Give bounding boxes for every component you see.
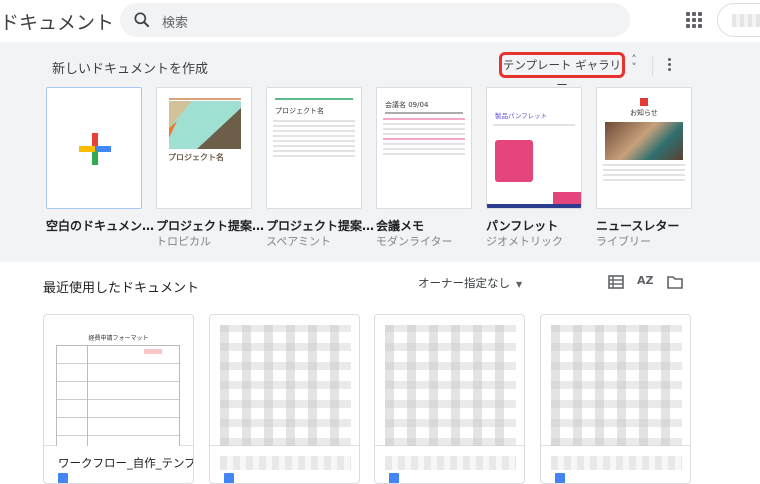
recent-doc-card[interactable] — [209, 314, 360, 484]
divider — [652, 56, 653, 76]
thumb-title: お知らせ — [630, 109, 658, 117]
recent-doc-card[interactable] — [540, 314, 691, 484]
template-meeting-notes[interactable]: 会議名 09/04 — [376, 87, 472, 209]
doc-thumbnail: 経費申請フォーマット — [44, 315, 193, 446]
owner-filter-label: オーナー指定なし — [418, 276, 510, 290]
thumb-title: 経費申請フォーマット — [88, 335, 149, 342]
dropdown-arrow-icon: ▼ — [516, 280, 523, 289]
owner-filter-dropdown[interactable]: オーナー指定なし ▼ — [418, 275, 522, 291]
recent-docs-title: 最近使用したドキュメント — [43, 281, 200, 296]
template-newsletter[interactable]: お知らせ — [596, 87, 692, 209]
search-bar[interactable]: 検索 — [120, 3, 630, 37]
template-label: 空白のドキュメン… — [46, 219, 154, 233]
folder-icon[interactable] — [666, 274, 684, 290]
doc-thumbnail — [375, 315, 524, 446]
tropical-thumbnail — [169, 98, 241, 149]
app-title: ドキュメント — [0, 12, 115, 34]
doc-thumbnail — [541, 315, 690, 446]
search-icon — [134, 12, 150, 28]
list-view-icon[interactable] — [607, 274, 625, 290]
thumb-title: 会議名 09/04 — [385, 101, 429, 109]
recent-doc-card[interactable] — [374, 314, 525, 484]
template-sublabel: ジオメトリック — [486, 235, 563, 248]
redacted-doc-name — [220, 456, 351, 470]
template-label: ニュースレター — [596, 219, 680, 233]
more-options-icon[interactable] — [664, 56, 674, 76]
template-label: プロジェクト提案… — [266, 219, 374, 233]
template-gallery-button[interactable]: テンプレート ギャラリー — [499, 52, 625, 92]
doc-thumbnail — [210, 315, 359, 446]
redacted-doc-name — [551, 456, 682, 470]
template-sublabel: トロピカル — [156, 235, 211, 248]
expand-collapse-icon[interactable]: ˄ ˅ — [628, 54, 640, 73]
account-button[interactable] — [717, 3, 760, 37]
search-input[interactable]: 検索 — [162, 12, 188, 31]
redacted-doc-name — [385, 456, 516, 470]
template-sublabel: モダンライター — [376, 235, 453, 248]
template-section-title: 新しいドキュメントを作成 — [52, 62, 209, 77]
template-label: プロジェクト提案… — [156, 219, 264, 233]
thumb-title: プロジェクト名 — [168, 153, 224, 162]
template-brochure[interactable]: 製品パンフレット — [486, 87, 582, 209]
template-project-tropical[interactable]: プロジェクト名 — [156, 87, 252, 209]
template-label: パンフレット — [486, 219, 559, 233]
template-project-spearmint[interactable]: プロジェクト名 — [266, 87, 362, 209]
template-sublabel: スペアミント — [266, 235, 332, 248]
doc-name: ワークフロー_自作_テンプ… — [58, 456, 194, 470]
template-section: 新しいドキュメントを作成 テンプレート ギャラリー ˄ ˅ プロジェクト名 プロジ… — [0, 42, 760, 262]
thumb-title: プロジェクト名 — [275, 107, 324, 115]
template-blank[interactable] — [46, 87, 142, 209]
template-sublabel: ライブリー — [596, 235, 651, 248]
recent-doc-card[interactable]: 経費申請フォーマット ワークフロー_自作_テンプ… — [43, 314, 194, 484]
apps-grid-icon[interactable] — [686, 12, 702, 28]
plus-icon — [79, 133, 111, 165]
header: ドキュメント 検索 — [0, 0, 760, 42]
template-label: 会議メモ — [376, 219, 425, 233]
sort-az-icon[interactable]: AZ — [637, 274, 655, 290]
thumb-title: 製品パンフレット — [495, 112, 548, 120]
